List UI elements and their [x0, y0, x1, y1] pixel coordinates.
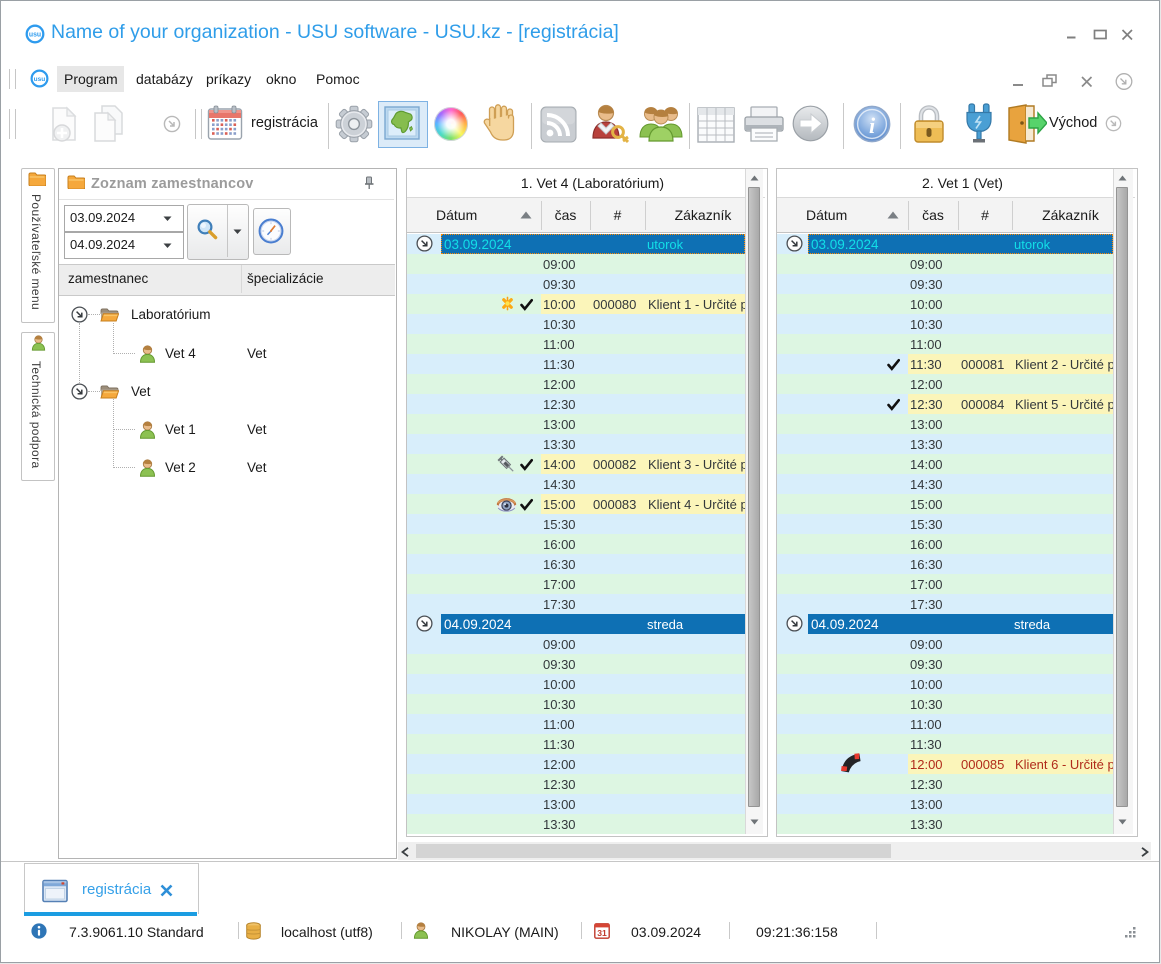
svg-text:usu: usu [29, 32, 41, 39]
svg-text:31: 31 [597, 928, 607, 938]
svg-text:usu: usu [34, 76, 46, 83]
svg-text:i: i [869, 113, 876, 138]
